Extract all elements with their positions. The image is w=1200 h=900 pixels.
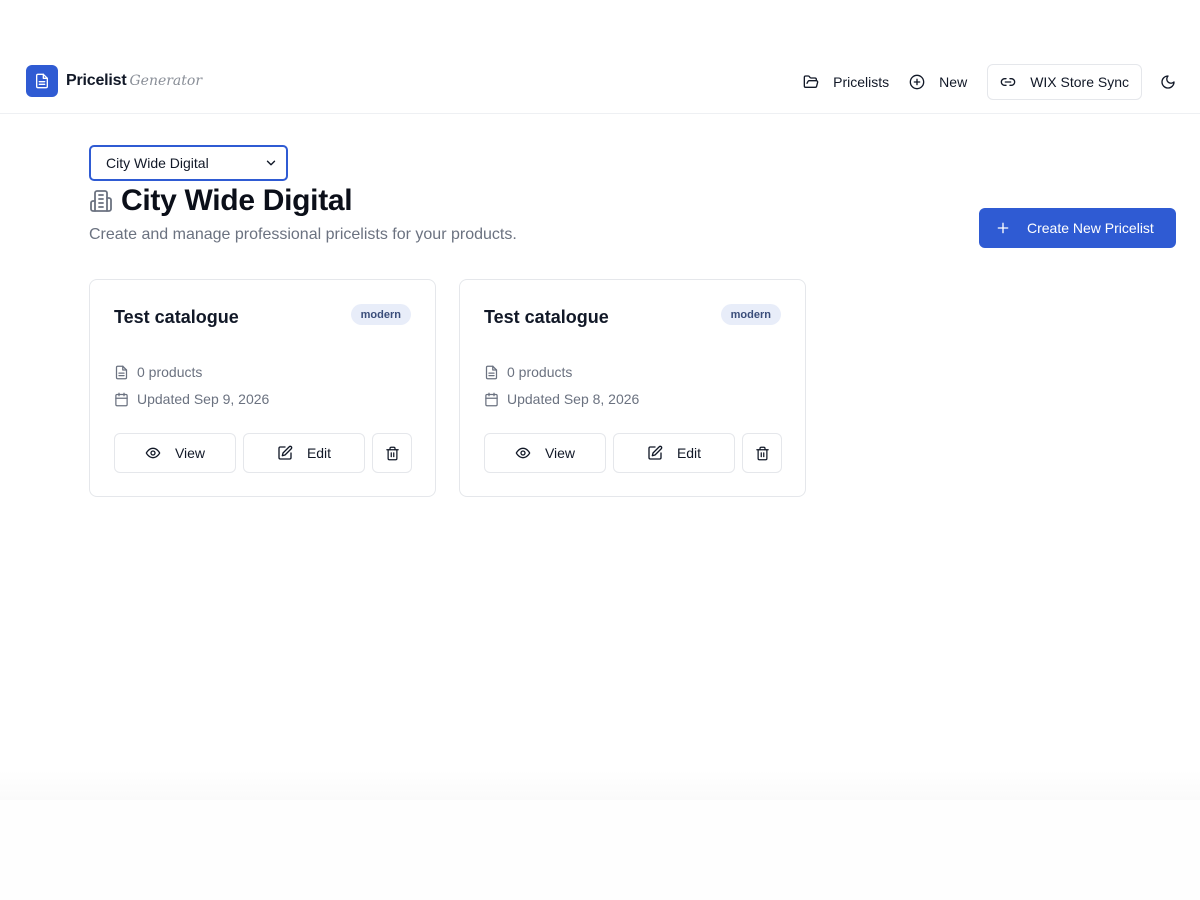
- file-text-icon: [485, 365, 498, 379]
- trash-icon: [755, 446, 769, 460]
- calendar-icon: [115, 392, 128, 406]
- create-pricelist-button[interactable]: Create New Pricelist: [979, 208, 1176, 248]
- brand-name: Pricelist: [66, 72, 127, 89]
- calendar-icon: [485, 392, 498, 406]
- store-select[interactable]: City Wide Digital: [89, 145, 288, 181]
- edit-button[interactable]: Edit: [243, 433, 365, 473]
- footer-fade: [0, 770, 1200, 800]
- page-title: City Wide Digital: [121, 184, 353, 217]
- top-nav-bar: Pricelist Generator Pricelists New WIX S…: [0, 50, 1200, 114]
- file-text-icon: [115, 365, 128, 379]
- nav-new[interactable]: New: [899, 64, 977, 100]
- page-subtitle: Create and manage professional pricelist…: [89, 226, 517, 243]
- updated-date: Updated Sep 9, 2026: [114, 391, 269, 407]
- template-badge: modern: [720, 304, 781, 325]
- view-button-label: View: [174, 445, 206, 461]
- updated-date-text: Updated Sep 9, 2026: [137, 391, 270, 407]
- theme-toggle-button[interactable]: [1150, 64, 1186, 100]
- product-count: 0 products: [484, 364, 572, 380]
- nav-new-label: New: [939, 74, 968, 90]
- card-title: Test catalogue: [114, 307, 239, 327]
- edit-button[interactable]: Edit: [613, 433, 735, 473]
- view-button[interactable]: View: [114, 433, 236, 473]
- card-title: Test catalogue: [484, 307, 609, 327]
- brand-subtitle: Generator: [129, 73, 203, 89]
- edit-button-label: Edit: [306, 445, 332, 461]
- template-badge: modern: [350, 304, 411, 325]
- building-icon: [90, 190, 112, 212]
- app-root: Pricelist Generator Pricelists New WIX S…: [0, 0, 1200, 900]
- updated-date: Updated Sep 8, 2026: [484, 391, 639, 407]
- folder-open-icon: [803, 75, 819, 88]
- create-pricelist-label: Create New Pricelist: [1027, 220, 1154, 236]
- product-count-text: 0 products: [507, 364, 573, 380]
- pricelist-card: Test catalogue modern 0 products Updated…: [89, 279, 436, 497]
- eye-icon: [515, 447, 531, 459]
- nav-pricelists[interactable]: Pricelists: [793, 64, 899, 100]
- chevron-down-icon: [266, 160, 276, 166]
- plus-circle-icon: [909, 74, 925, 90]
- nav-pricelists-label: Pricelists: [833, 74, 890, 90]
- plus-icon: [997, 222, 1009, 234]
- edit-button-label: Edit: [676, 445, 702, 461]
- product-count: 0 products: [114, 364, 202, 380]
- edit-icon: [648, 445, 663, 460]
- page-title-row: City Wide Digital: [89, 184, 353, 218]
- eye-icon: [145, 447, 161, 459]
- nav-wix-sync[interactable]: WIX Store Sync: [987, 64, 1142, 100]
- brand[interactable]: Pricelist Generator: [26, 65, 202, 97]
- moon-icon: [1161, 75, 1175, 89]
- store-select-value: City Wide Digital: [106, 155, 209, 171]
- link-icon: [1000, 78, 1016, 86]
- delete-button[interactable]: [372, 433, 412, 473]
- view-button[interactable]: View: [484, 433, 606, 473]
- delete-button[interactable]: [742, 433, 782, 473]
- trash-icon: [385, 446, 399, 460]
- updated-date-text: Updated Sep 8, 2026: [507, 391, 640, 407]
- nav-wix-sync-label: WIX Store Sync: [1030, 74, 1129, 90]
- pricelist-card: Test catalogue modern 0 products Updated…: [459, 279, 806, 497]
- edit-icon: [278, 445, 293, 460]
- footer-area: [0, 800, 1200, 900]
- product-count-text: 0 products: [137, 364, 203, 380]
- view-button-label: View: [544, 445, 576, 461]
- main-nav: Pricelists New WIX Store Sync: [793, 64, 1186, 100]
- document-icon: [26, 65, 58, 97]
